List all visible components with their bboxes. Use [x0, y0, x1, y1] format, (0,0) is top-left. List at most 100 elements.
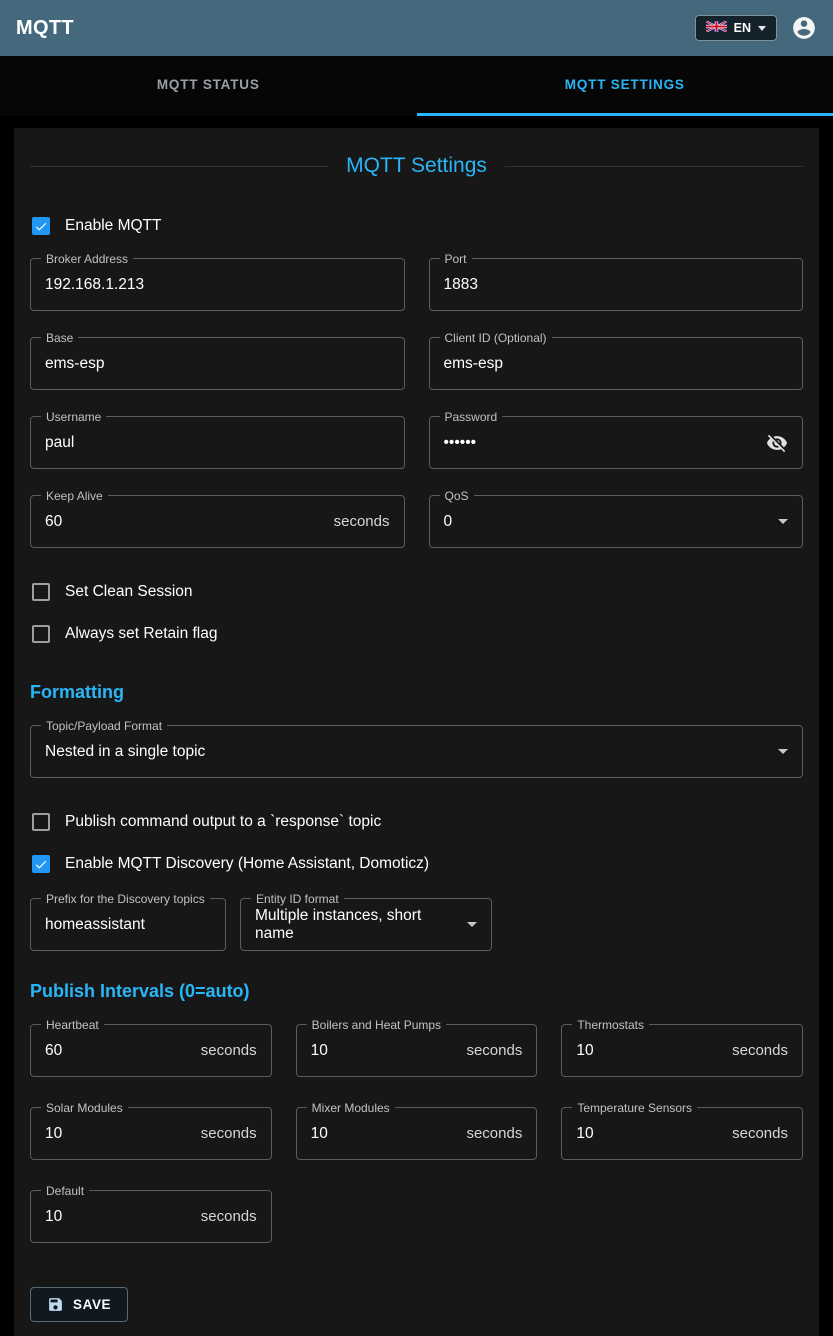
heartbeat-field[interactable]: Heartbeat seconds — [30, 1024, 272, 1077]
chevron-down-icon — [758, 26, 766, 31]
username-label: Username — [41, 410, 106, 424]
discovery-prefix-field[interactable]: Prefix for the Discovery topics — [30, 898, 226, 951]
retain-flag-row[interactable]: Always set Retain flag — [30, 616, 803, 652]
mixer-modules-label: Mixer Modules — [307, 1101, 395, 1115]
username-password-row: Username Password — [30, 416, 803, 469]
discovery-options-row: Prefix for the Discovery topics Entity I… — [30, 898, 803, 951]
divider — [505, 166, 803, 167]
thermostats-label: Thermostats — [572, 1018, 649, 1032]
keep-alive-field[interactable]: Keep Alive seconds — [30, 495, 405, 548]
language-label: EN — [734, 21, 751, 35]
app-title: MQTT — [16, 17, 74, 40]
solar-modules-field[interactable]: Solar Modules seconds — [30, 1107, 272, 1160]
clean-session-row[interactable]: Set Clean Session — [30, 574, 803, 610]
password-label: Password — [440, 410, 503, 424]
client-id-input[interactable] — [444, 355, 789, 373]
formatting-heading: Formatting — [30, 682, 803, 703]
save-button[interactable]: SAVE — [30, 1287, 128, 1322]
app-bar: MQTT EN — [0, 0, 833, 56]
port-field[interactable]: Port — [429, 258, 804, 311]
mqtt-settings-card: MQTT Settings Enable MQTT Broker Address… — [14, 128, 819, 1336]
uk-flag-icon — [706, 21, 727, 35]
tab-mqtt-settings[interactable]: MQTT SETTINGS — [417, 56, 833, 116]
chevron-down-icon — [778, 519, 788, 524]
temperature-sensors-label: Temperature Sensors — [572, 1101, 697, 1115]
base-clientid-row: Base Client ID (Optional) — [30, 337, 803, 390]
response-topic-label: Publish command output to a `response` t… — [65, 813, 381, 831]
default-interval-input[interactable] — [45, 1208, 193, 1226]
client-id-field[interactable]: Client ID (Optional) — [429, 337, 804, 390]
default-interval-field[interactable]: Default seconds — [30, 1190, 272, 1243]
default-interval-unit: seconds — [201, 1208, 257, 1225]
enable-mqtt-row[interactable]: Enable MQTT — [30, 208, 803, 244]
mqtt-discovery-checkbox[interactable] — [32, 855, 50, 873]
temperature-sensors-unit: seconds — [732, 1125, 788, 1142]
tab-mqtt-status[interactable]: MQTT STATUS — [0, 56, 417, 116]
heartbeat-input[interactable] — [45, 1042, 193, 1060]
discovery-prefix-label: Prefix for the Discovery topics — [41, 892, 210, 906]
qos-select[interactable]: QoS 0 — [429, 495, 804, 548]
heartbeat-label: Heartbeat — [41, 1018, 104, 1032]
temperature-sensors-input[interactable] — [576, 1125, 724, 1143]
boilers-field[interactable]: Boilers and Heat Pumps seconds — [296, 1024, 538, 1077]
chevron-down-icon — [778, 749, 788, 754]
base-input[interactable] — [45, 355, 390, 373]
response-topic-row[interactable]: Publish command output to a `response` t… — [30, 804, 803, 840]
enable-mqtt-checkbox[interactable] — [32, 217, 50, 235]
intervals-grid: Heartbeat seconds Boilers and Heat Pumps… — [30, 1024, 803, 1243]
retain-flag-label: Always set Retain flag — [65, 625, 218, 643]
client-id-label: Client ID (Optional) — [440, 331, 552, 345]
visibility-off-icon[interactable] — [766, 432, 788, 454]
password-field[interactable]: Password — [429, 416, 804, 469]
topic-format-label: Topic/Payload Format — [41, 719, 167, 733]
username-input[interactable] — [45, 434, 390, 452]
solar-modules-unit: seconds — [201, 1125, 257, 1142]
password-input[interactable] — [444, 434, 759, 452]
enable-mqtt-label: Enable MQTT — [65, 217, 161, 235]
username-field[interactable]: Username — [30, 416, 405, 469]
mixer-modules-unit: seconds — [466, 1125, 522, 1142]
solar-modules-input[interactable] — [45, 1125, 193, 1143]
mixer-modules-field[interactable]: Mixer Modules seconds — [296, 1107, 538, 1160]
keepalive-qos-row: Keep Alive seconds QoS 0 — [30, 495, 803, 548]
publish-intervals-heading: Publish Intervals (0=auto) — [30, 981, 803, 1002]
topic-format-select[interactable]: Topic/Payload Format Nested in a single … — [30, 725, 803, 778]
broker-address-field[interactable]: Broker Address — [30, 258, 405, 311]
keep-alive-input[interactable] — [45, 513, 326, 531]
thermostats-unit: seconds — [732, 1042, 788, 1059]
base-field[interactable]: Base — [30, 337, 405, 390]
qos-value: 0 — [444, 513, 771, 531]
broker-address-input[interactable] — [45, 276, 390, 294]
boilers-input[interactable] — [311, 1042, 459, 1060]
port-label: Port — [440, 252, 472, 266]
language-selector-button[interactable]: EN — [695, 15, 777, 41]
entity-id-format-label: Entity ID format — [251, 892, 344, 906]
solar-modules-label: Solar Modules — [41, 1101, 128, 1115]
save-label: SAVE — [73, 1297, 111, 1312]
save-icon — [47, 1296, 64, 1313]
broker-port-row: Broker Address Port — [30, 258, 803, 311]
entity-id-format-select[interactable]: Entity ID format Multiple instances, sho… — [240, 898, 492, 951]
port-input[interactable] — [444, 276, 789, 294]
retain-flag-checkbox[interactable] — [32, 625, 50, 643]
chevron-down-icon — [467, 922, 477, 927]
temperature-sensors-field[interactable]: Temperature Sensors seconds — [561, 1107, 803, 1160]
page-title-row: MQTT Settings — [30, 154, 803, 178]
clean-session-label: Set Clean Session — [65, 583, 193, 601]
entity-id-format-value: Multiple instances, short name — [255, 907, 459, 943]
mixer-modules-input[interactable] — [311, 1125, 459, 1143]
divider — [30, 166, 328, 167]
thermostats-field[interactable]: Thermostats seconds — [561, 1024, 803, 1077]
mqtt-discovery-row[interactable]: Enable MQTT Discovery (Home Assistant, D… — [30, 846, 803, 882]
discovery-prefix-input[interactable] — [45, 916, 211, 934]
page-title: MQTT Settings — [346, 154, 487, 178]
account-circle-icon[interactable] — [791, 15, 817, 41]
boilers-label: Boilers and Heat Pumps — [307, 1018, 446, 1032]
thermostats-input[interactable] — [576, 1042, 724, 1060]
tab-bar: MQTT STATUS MQTT SETTINGS — [0, 56, 833, 116]
mqtt-discovery-label: Enable MQTT Discovery (Home Assistant, D… — [65, 855, 429, 873]
topic-format-value: Nested in a single topic — [45, 743, 770, 761]
clean-session-checkbox[interactable] — [32, 583, 50, 601]
broker-address-label: Broker Address — [41, 252, 133, 266]
response-topic-checkbox[interactable] — [32, 813, 50, 831]
